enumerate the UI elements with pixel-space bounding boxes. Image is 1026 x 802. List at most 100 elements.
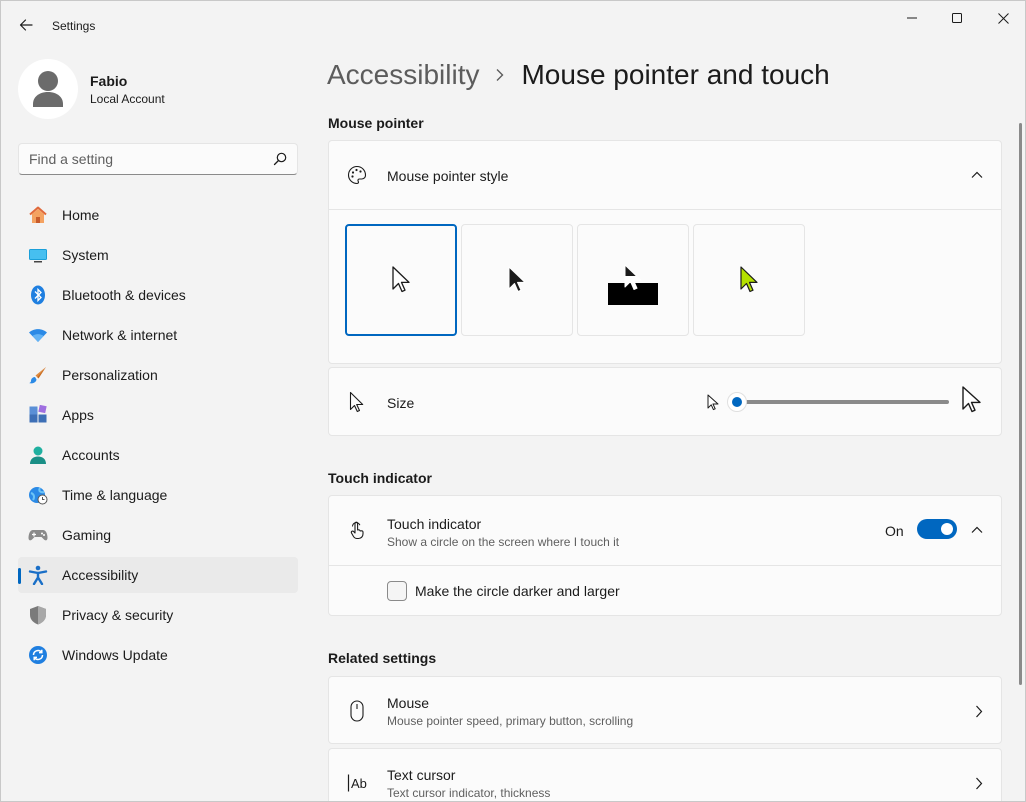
search-box[interactable] [18, 143, 298, 175]
sidebar-item-system[interactable]: System [18, 237, 298, 273]
chevron-right-icon [971, 703, 987, 719]
sidebar-item-home[interactable]: Home [18, 197, 298, 233]
darker-circle-option: Make the circle darker and larger [329, 566, 1001, 616]
large-pointer-icon [961, 385, 983, 418]
pointer-size-card: Size [328, 367, 1002, 436]
pointer-style-options [329, 210, 1001, 364]
sidebar-item-accessibility[interactable]: Accessibility [18, 557, 298, 593]
touch-indicator-title: Touch indicator [387, 516, 482, 532]
sidebar-item-bluetooth[interactable]: Bluetooth & devices [18, 277, 298, 313]
home-icon [28, 205, 48, 225]
sidebar-nav: Home System Bluetooth & devices Network … [18, 197, 298, 677]
search-input[interactable] [29, 150, 269, 168]
chevron-up-icon[interactable] [969, 522, 985, 538]
sidebar-item-network[interactable]: Network & internet [18, 317, 298, 353]
related-text-cursor-card[interactable]: Ab Text cursor Text cursor indicator, th… [328, 748, 1002, 801]
sidebar-item-label: Gaming [62, 527, 112, 543]
search-icon[interactable] [273, 152, 287, 166]
black-pointer-icon [508, 266, 526, 292]
sidebar-item-windows-update[interactable]: Windows Update [18, 637, 298, 673]
sidebar-item-label: Accounts [62, 447, 120, 463]
pointer-size-slider-track[interactable] [737, 400, 949, 404]
sidebar-item-label: Windows Update [62, 647, 168, 663]
sidebar-item-gaming[interactable]: Gaming [18, 517, 298, 553]
touch-indicator-state-label: On [885, 523, 904, 539]
apps-icon [28, 405, 48, 425]
close-button[interactable] [980, 5, 1025, 31]
account-type: Local Account [90, 91, 165, 106]
related-mouse-subtitle: Mouse pointer speed, primary button, scr… [387, 714, 634, 728]
sidebar-item-label: Privacy & security [62, 607, 174, 623]
sidebar-item-label: Time & language [62, 487, 168, 503]
section-title-related-settings: Related settings [328, 650, 437, 666]
user-profile[interactable]: Fabio Local Account [18, 59, 165, 119]
pointer-size-icon [347, 391, 367, 413]
custom-color-pointer-icon [740, 266, 758, 293]
touch-indicator-toggle[interactable] [917, 519, 957, 539]
sidebar-item-label: System [62, 247, 109, 263]
accounts-icon [28, 445, 48, 465]
gamepad-icon [28, 525, 48, 545]
section-title-mouse-pointer: Mouse pointer [328, 115, 424, 131]
wifi-icon [28, 325, 48, 345]
sidebar-item-label: Accessibility [62, 567, 139, 583]
related-mouse-title: Mouse [387, 695, 430, 711]
touch-indicator-subtitle: Show a circle on the screen where I touc… [387, 535, 620, 549]
sidebar-item-accounts[interactable]: Accounts [18, 437, 298, 473]
sidebar-item-personalization[interactable]: Personalization [18, 357, 298, 393]
sidebar-item-label: Bluetooth & devices [62, 287, 186, 303]
avatar [18, 59, 78, 119]
minimize-icon [907, 17, 917, 19]
white-pointer-icon [392, 266, 410, 293]
pointer-style-inverted[interactable] [577, 224, 689, 336]
mouse-pointer-style-header[interactable]: Mouse pointer style [329, 141, 1001, 209]
maximize-icon [952, 13, 962, 23]
bluetooth-icon [28, 285, 48, 305]
globe-clock-icon [28, 485, 48, 505]
sidebar-item-privacy[interactable]: Privacy & security [18, 597, 298, 633]
svg-text:Ab: Ab [351, 776, 367, 791]
pointer-size-title: Size [387, 395, 415, 411]
palette-icon [347, 165, 367, 185]
sidebar-item-label: Home [62, 207, 100, 223]
sidebar-item-label: Personalization [62, 367, 158, 383]
darker-circle-checkbox[interactable] [387, 581, 407, 601]
breadcrumb-parent-link[interactable]: Accessibility [327, 59, 479, 91]
back-arrow-icon [19, 19, 33, 31]
pointer-size-slider-thumb[interactable] [727, 392, 747, 412]
touch-indicator-card: Touch indicator Show a circle on the scr… [328, 495, 1002, 616]
back-button[interactable] [13, 12, 39, 38]
pointer-style-white[interactable] [345, 224, 457, 336]
touch-hand-icon [347, 520, 367, 540]
darker-circle-label[interactable]: Make the circle darker and larger [415, 583, 620, 599]
sidebar-item-apps[interactable]: Apps [18, 397, 298, 433]
section-title-touch-indicator: Touch indicator [328, 470, 432, 486]
mouse-pointer-style-card: Mouse pointer style [328, 140, 1002, 364]
title-bar: Settings [1, 1, 1025, 51]
shield-icon [28, 605, 48, 625]
sidebar-item-time-language[interactable]: Time & language [18, 477, 298, 513]
user-avatar-icon [33, 71, 63, 107]
scrollbar[interactable] [1019, 123, 1022, 685]
inverted-pointer-icon [624, 264, 642, 290]
pointer-style-custom[interactable] [693, 224, 805, 336]
sidebar-item-label: Apps [62, 407, 94, 423]
related-text-cursor-title: Text cursor [387, 767, 456, 783]
page-title: Mouse pointer and touch [521, 59, 830, 90]
chevron-right-icon [971, 775, 987, 791]
close-icon [997, 12, 1009, 24]
minimize-button[interactable] [889, 5, 935, 31]
system-icon [28, 245, 48, 265]
chevron-right-icon [495, 68, 505, 82]
brush-icon [28, 365, 48, 385]
pointer-style-black[interactable] [461, 224, 573, 336]
touch-indicator-header[interactable]: Touch indicator Show a circle on the scr… [329, 496, 1001, 565]
user-name: Fabio [90, 72, 128, 89]
update-icon [28, 645, 48, 665]
chevron-up-icon[interactable] [969, 167, 985, 183]
related-mouse-card[interactable]: Mouse Mouse pointer speed, primary butto… [328, 676, 1002, 744]
text-cursor-icon: Ab [347, 773, 371, 793]
breadcrumb: Accessibility Mouse pointer and touch [327, 59, 830, 91]
settings-window: Settings Fabio Local Account Find a sett… [0, 0, 1026, 802]
maximize-button[interactable] [934, 5, 980, 31]
